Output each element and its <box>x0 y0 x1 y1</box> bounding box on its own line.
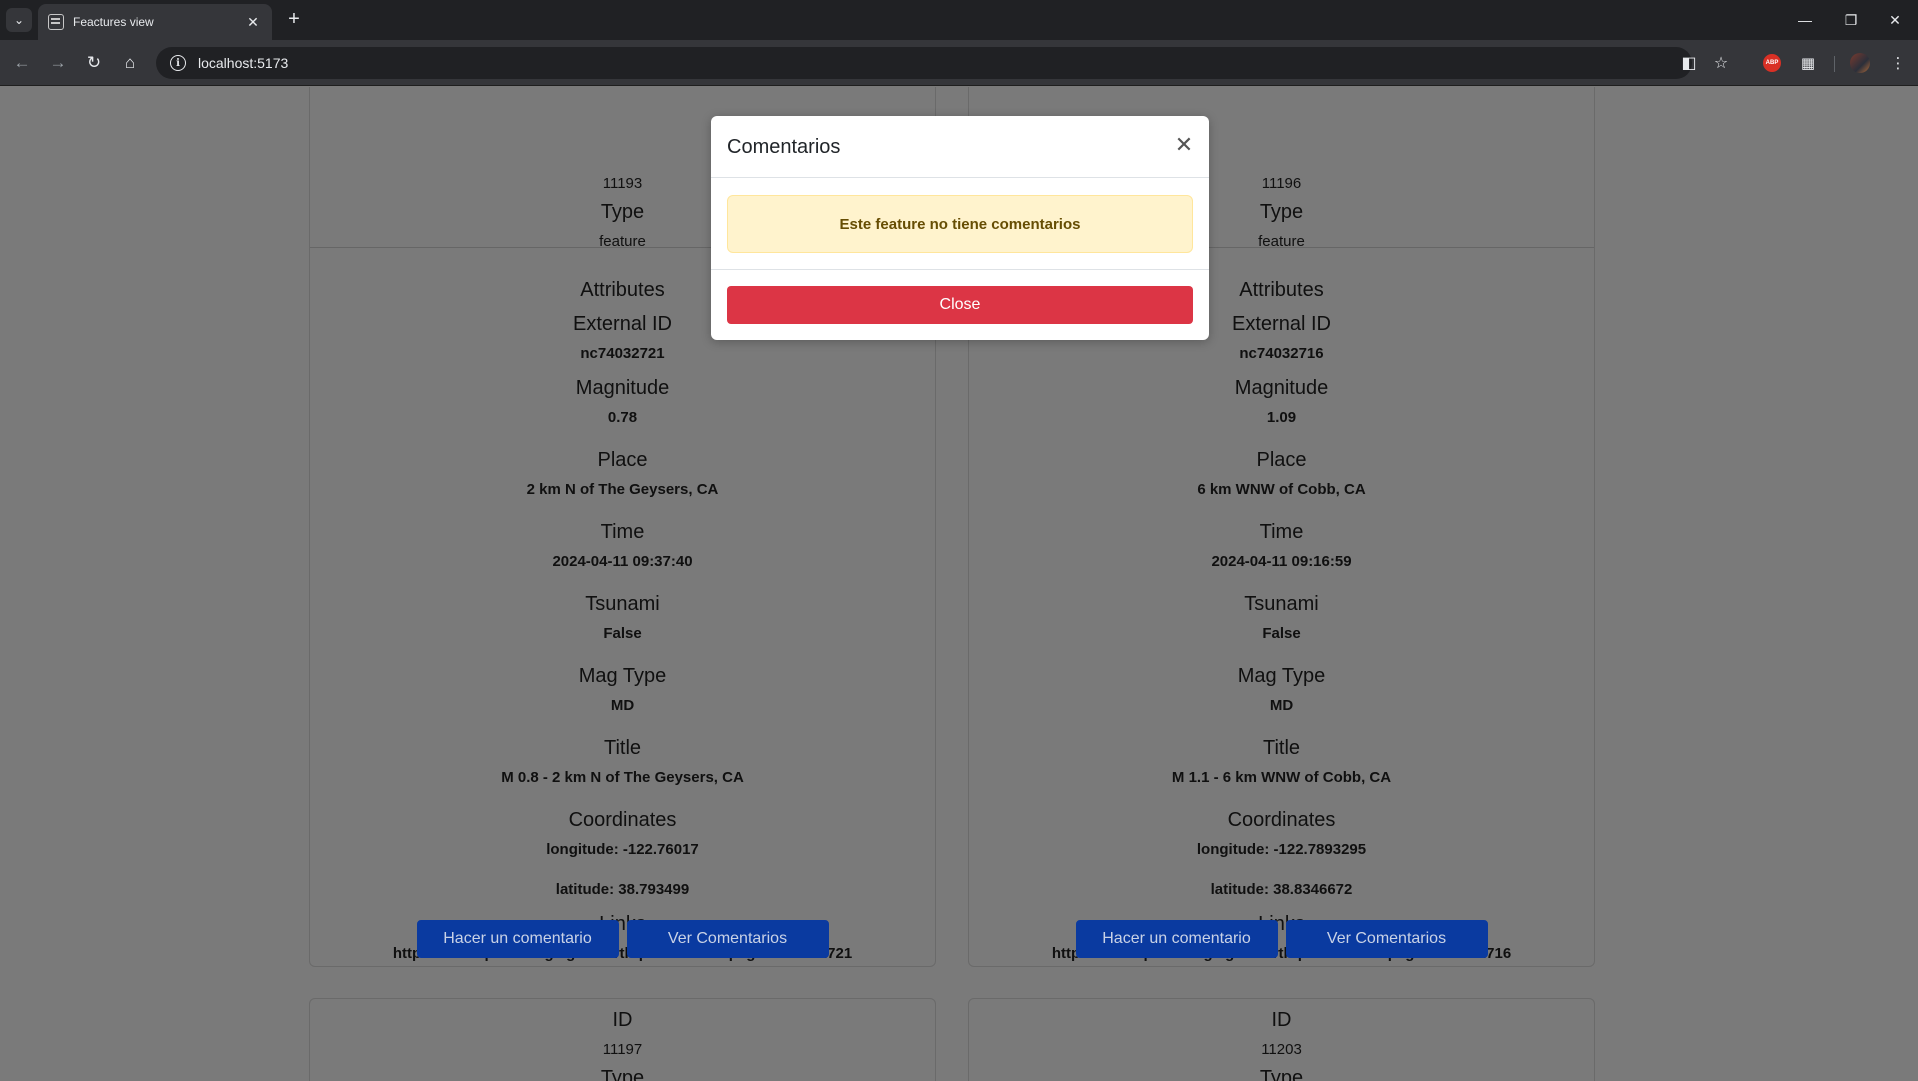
type-label: Type <box>600 1067 645 1081</box>
coordinates-label: Coordinates <box>1227 809 1336 831</box>
extensions-puzzle-icon[interactable]: ▦ <box>1796 51 1820 75</box>
mag-type-value: MD <box>1269 697 1294 714</box>
magnitude-label: Magnitude <box>1234 377 1329 399</box>
coordinates-label: Coordinates <box>568 809 677 831</box>
id-label: ID <box>1271 1009 1292 1031</box>
mag-type-label: Mag Type <box>578 665 667 687</box>
toolbar-divider <box>1834 56 1835 72</box>
place-value: 2 km N of The Geysers, CA <box>526 481 719 498</box>
tsunami-value: False <box>1262 625 1301 642</box>
home-icon[interactable]: ⌂ <box>116 49 144 77</box>
comments-modal: Comentarios ✕ Este feature no tiene come… <box>711 116 1209 340</box>
longitude-value: longitude: -122.76017 <box>546 841 699 858</box>
site-info-icon[interactable]: i <box>170 55 186 71</box>
id-label: ID <box>612 1009 633 1031</box>
external-id-value: nc74032716 <box>1239 345 1324 362</box>
card-actions: Hacer un comentario Ver Comentarios <box>309 920 936 958</box>
bookmark-star-icon[interactable]: ☆ <box>1708 47 1734 79</box>
view-comments-button[interactable]: Ver Comentarios <box>626 920 829 958</box>
card-actions: Hacer un comentario Ver Comentarios <box>968 920 1595 958</box>
browser-tab[interactable]: Feactures view ✕ <box>38 4 272 40</box>
minimize-icon[interactable]: — <box>1782 6 1828 34</box>
time-label: Time <box>600 521 645 543</box>
feature-card: ID 11197 Type <box>309 998 936 1081</box>
longitude-value: longitude: -122.7893295 <box>1196 841 1367 858</box>
restore-icon[interactable]: ❐ <box>1828 6 1874 34</box>
modal-header: Comentarios ✕ <box>711 116 1209 178</box>
tab-search-chevron-icon[interactable]: ⌄ <box>6 8 32 32</box>
mag-type-value: MD <box>610 697 635 714</box>
reload-icon[interactable]: ↻ <box>80 49 108 77</box>
tsunami-value: False <box>603 625 642 642</box>
modal-footer: Close <box>711 269 1209 340</box>
external-id-value: nc74032721 <box>580 345 665 362</box>
url-text[interactable]: localhost:5173 <box>198 55 288 71</box>
browser-tab-bar: ⌄ Feactures view ✕ + — ❐ ✕ <box>0 0 1918 40</box>
new-tab-plus-icon[interactable]: + <box>282 8 306 32</box>
tab-close-icon[interactable]: ✕ <box>244 14 262 31</box>
no-comments-alert: Este feature no tiene comentarios <box>727 195 1193 253</box>
avatar-image <box>1850 53 1870 73</box>
time-label: Time <box>1259 521 1304 543</box>
latitude-value: latitude: 38.793499 <box>555 881 690 898</box>
modal-title: Comentarios <box>727 136 841 158</box>
address-bar[interactable]: i localhost:5173 ◧ ☆ <box>156 47 1728 79</box>
tsunami-label: Tsunami <box>585 593 660 615</box>
page-favicon-icon <box>48 14 64 30</box>
tab-title: Feactures view <box>73 15 154 29</box>
make-comment-button[interactable]: Hacer un comentario <box>416 920 619 958</box>
feature-card: ID 11203 Type <box>968 998 1595 1081</box>
profile-avatar[interactable] <box>1848 51 1872 75</box>
browser-toolbar: ← → ↻ ⌂ i localhost:5173 ◧ ☆ ABP ▦ ⋮ <box>0 40 1918 86</box>
title-value: M 0.8 - 2 km N of The Geysers, CA <box>501 769 744 786</box>
view-comments-button[interactable]: Ver Comentarios <box>1285 920 1488 958</box>
close-icon[interactable]: ✕ <box>1172 134 1196 158</box>
forward-arrow-icon[interactable]: → <box>44 49 72 77</box>
title-label: Title <box>603 737 642 759</box>
time-value: 2024-04-11 09:16:59 <box>1211 553 1352 570</box>
place-label: Place <box>1256 449 1307 471</box>
place-value: 6 km WNW of Cobb, CA <box>1197 481 1366 498</box>
make-comment-button[interactable]: Hacer un comentario <box>1075 920 1278 958</box>
back-arrow-icon[interactable]: ← <box>8 49 36 77</box>
translate-icon[interactable]: ◧ <box>1676 47 1702 79</box>
type-label: Type <box>1259 1067 1304 1081</box>
close-button[interactable]: Close <box>727 286 1193 324</box>
place-label: Place <box>597 449 648 471</box>
magnitude-value: 0.78 <box>607 409 638 426</box>
title-value: M 1.1 - 6 km WNW of Cobb, CA <box>1171 769 1392 786</box>
magnitude-value: 1.09 <box>1266 409 1297 426</box>
magnitude-label: Magnitude <box>575 377 670 399</box>
window-close-icon[interactable]: ✕ <box>1872 6 1918 34</box>
browser-menu-icon[interactable]: ⋮ <box>1886 51 1910 75</box>
feature-id: 11197 <box>602 1041 643 1058</box>
adblock-extension-icon[interactable]: ABP <box>1760 51 1784 75</box>
feature-id: 11203 <box>1261 1041 1302 1058</box>
latitude-value: latitude: 38.8346672 <box>1210 881 1353 898</box>
tsunami-label: Tsunami <box>1244 593 1319 615</box>
mag-type-label: Mag Type <box>1237 665 1326 687</box>
time-value: 2024-04-11 09:37:40 <box>552 553 693 570</box>
title-label: Title <box>1262 737 1301 759</box>
